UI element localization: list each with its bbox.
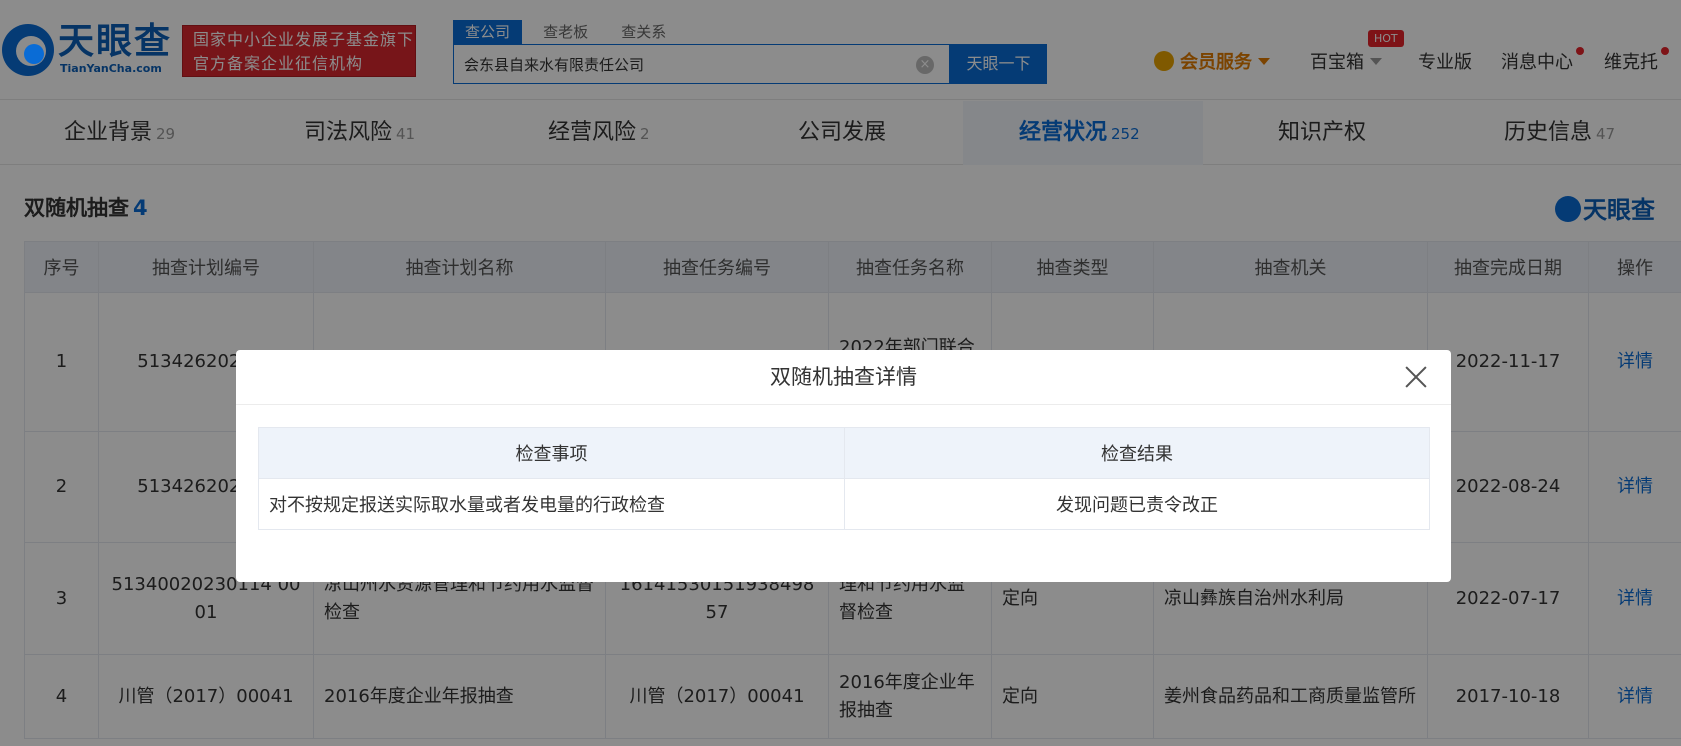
detail-header-row: 检查事项 检查结果 (258, 427, 1430, 479)
spot-check-detail-modal: 双随机抽查详情 检查事项 检查结果 对不按规定报送实际取水量或者发电量的行政检查… (236, 350, 1451, 582)
cell-check-item: 对不按规定报送实际取水量或者发电量的行政检查 (258, 478, 845, 530)
col-header-result: 检查结果 (844, 427, 1430, 479)
modal-title: 双随机抽查详情 (236, 350, 1451, 405)
close-icon[interactable] (1403, 364, 1429, 390)
col-header-item: 检查事项 (258, 427, 845, 479)
cell-check-result: 发现问题已责令改正 (844, 478, 1430, 530)
detail-table: 检查事项 检查结果 对不按规定报送实际取水量或者发电量的行政检查 发现问题已责令… (258, 427, 1430, 530)
detail-row: 对不按规定报送实际取水量或者发电量的行政检查 发现问题已责令改正 (258, 478, 1430, 530)
